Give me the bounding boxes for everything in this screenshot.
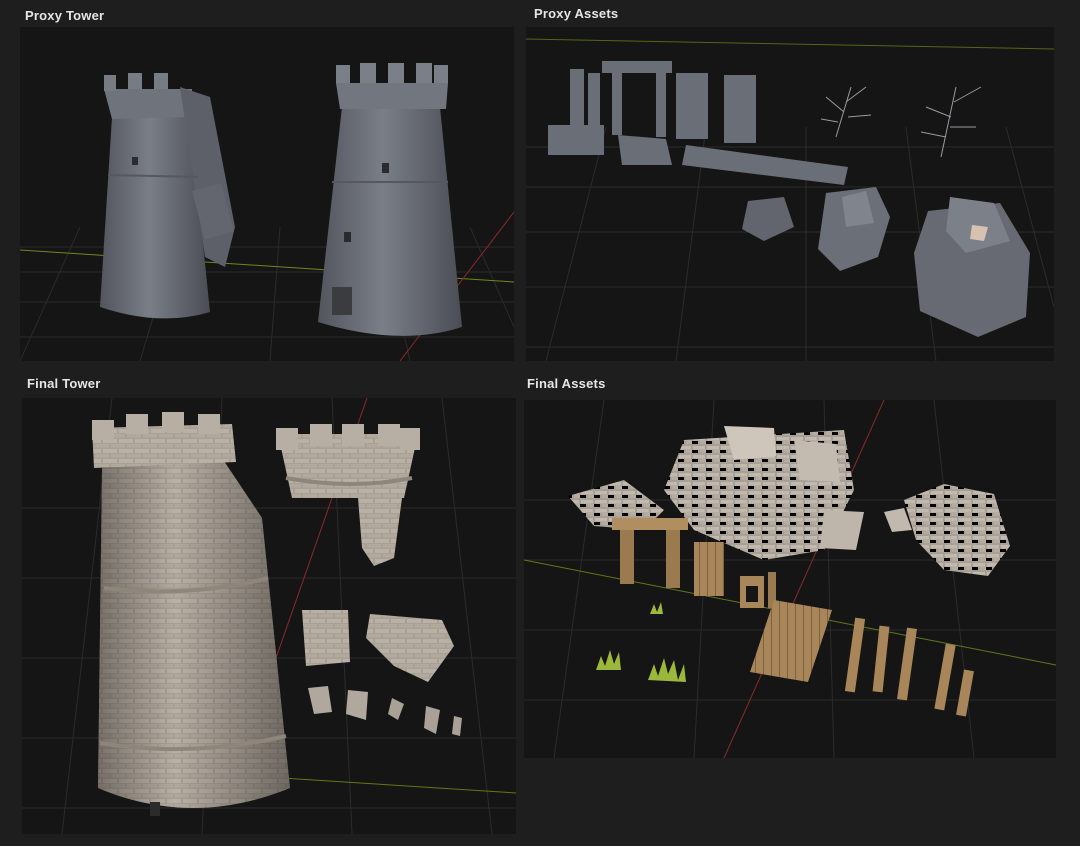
viewport-proxy-tower[interactable] [20, 27, 514, 361]
proxy-pillars [548, 61, 848, 185]
tower-top-piece [276, 424, 420, 566]
panel-title-proxy-tower: Proxy Tower [25, 8, 105, 23]
proxy-rocks [742, 187, 1030, 337]
final-assets-scene [524, 400, 1056, 758]
proxy-tower-scene [20, 63, 514, 361]
proxy-tower-ruined [100, 73, 235, 319]
rubble-pile [568, 426, 1010, 576]
proxy-assets-scene [526, 38, 1054, 361]
proxy-tower-intact [318, 63, 462, 336]
x-axis-line [526, 38, 1054, 50]
panel-title-proxy-assets: Proxy Assets [534, 6, 619, 21]
final-tower-scene [22, 398, 516, 834]
panel-title-final-tower: Final Tower [27, 376, 101, 391]
grass-tufts [596, 602, 686, 682]
x-axis-line [281, 777, 516, 794]
viewport-final-tower[interactable] [22, 398, 516, 834]
viewport-proxy-assets[interactable] [526, 27, 1054, 361]
panel-title-final-assets: Final Assets [527, 376, 606, 391]
wall-fragments [302, 610, 462, 736]
viewport-final-assets[interactable] [524, 400, 1056, 758]
stone-tower [92, 412, 290, 816]
wood-planks [750, 600, 974, 717]
